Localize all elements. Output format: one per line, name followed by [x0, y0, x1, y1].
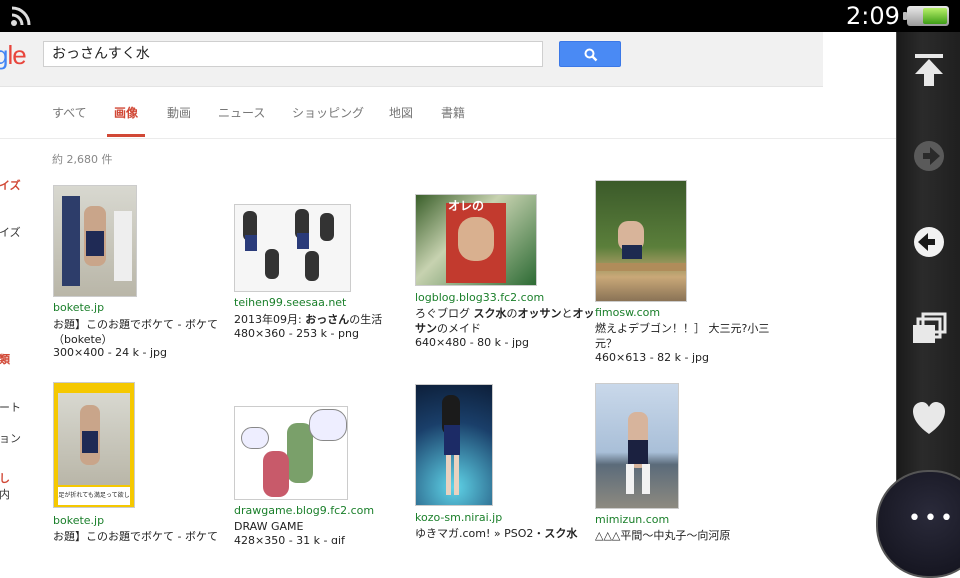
result-source[interactable]: logblog.blog33.fc2.com: [415, 291, 544, 304]
title-highlight: スク水: [473, 307, 507, 320]
result-title[interactable]: △△△平間～中丸子～向河原: [595, 528, 775, 543]
result-source[interactable]: bokete.jp: [53, 301, 104, 314]
result-thumbnail[interactable]: [234, 406, 348, 500]
title-highlight: おっさん: [305, 313, 350, 326]
back-icon[interactable]: [905, 218, 953, 266]
result-thumbnail[interactable]: オレの: [415, 194, 537, 286]
status-bar: 2:09: [0, 0, 960, 32]
divider: [0, 138, 896, 139]
result-title[interactable]: お題】このお題でボケて - ボケて（bokete）: [53, 317, 233, 347]
result-thumbnail[interactable]: [595, 180, 687, 302]
more-icon: •••: [908, 506, 956, 531]
sidebar-fragment[interactable]: し: [0, 470, 10, 486]
result-thumbnail[interactable]: [595, 383, 679, 509]
result-title[interactable]: ろぐブログ スク水のオッサンとオッサンのメイド: [415, 306, 600, 336]
tab-maps[interactable]: 地図: [389, 104, 413, 121]
logo-part-2: le: [7, 40, 26, 70]
tab-shopping[interactable]: ショッピング: [292, 104, 364, 121]
title-text: の: [506, 307, 518, 320]
tab-all[interactable]: すべて: [52, 104, 87, 121]
sidebar-fragment[interactable]: ョン: [0, 430, 21, 446]
tabs-icon[interactable]: [905, 306, 953, 354]
google-logo[interactable]: gle: [0, 40, 27, 71]
tab-images[interactable]: 画像: [114, 104, 138, 121]
search-button[interactable]: [559, 41, 621, 67]
search-header: gle おっさんすく水: [0, 32, 823, 87]
title-text: の生活: [349, 313, 383, 326]
result-source[interactable]: teihen99.seesaa.net: [234, 296, 346, 309]
forward-icon[interactable]: [905, 132, 953, 180]
sidebar-fragment[interactable]: 類: [0, 351, 10, 367]
result-title[interactable]: お題】このお題でボケて - ボケて: [53, 529, 233, 544]
sidebar-fragment[interactable]: イズ: [0, 177, 21, 193]
result-title[interactable]: ゆきマガ.com! » PSO2・スク水: [415, 526, 605, 541]
result-source[interactable]: drawgame.blog9.fc2.com: [234, 504, 374, 517]
title-text: 2013年09月:: [234, 313, 306, 326]
title-text: と: [561, 307, 573, 320]
clock: 2:09: [846, 2, 900, 30]
result-meta: 460×613 - 82 k - jpg: [595, 351, 710, 364]
wifi-icon: [11, 6, 31, 26]
result-meta: 300×400 - 24 k - jpg: [53, 346, 168, 359]
result-thumbnail[interactable]: [234, 204, 351, 292]
result-title[interactable]: DRAW GAME: [234, 519, 414, 534]
title-highlight: スク水: [544, 527, 578, 540]
result-source[interactable]: mimizun.com: [595, 513, 669, 526]
result-source[interactable]: fimosw.com: [595, 306, 660, 319]
sidebar-fragment[interactable]: 内: [0, 486, 10, 502]
result-thumbnail[interactable]: [415, 384, 493, 506]
tab-videos[interactable]: 動画: [167, 104, 191, 121]
result-count: 約 2,680 件: [52, 153, 113, 166]
more-options-button[interactable]: •••: [876, 470, 960, 578]
result-meta: 480×360 - 253 k - png: [234, 327, 359, 340]
sidebar-fragment[interactable]: ート: [0, 399, 21, 415]
tab-books[interactable]: 書籍: [441, 104, 465, 121]
thumbnail-caption: 足が折れても満足って欲しい: [58, 487, 130, 505]
result-thumbnail[interactable]: 足が折れても満足って欲しい: [53, 382, 135, 508]
result-thumbnail[interactable]: [53, 185, 137, 297]
sidebar-fragment[interactable]: イズ: [0, 224, 21, 240]
result-meta: 428×350 - 31 k - gif: [234, 534, 345, 544]
active-tab-indicator: [107, 134, 145, 137]
title-text: のメイド: [437, 322, 481, 335]
result-meta: 640×480 - 80 k - jpg: [415, 336, 530, 349]
search-icon: [584, 48, 598, 62]
title-text: ろぐブログ: [415, 307, 474, 320]
result-source[interactable]: bokete.jp: [53, 514, 104, 527]
title-text: ゆきマガ.com! » PSO2・: [415, 527, 545, 540]
title-highlight: オッサン: [517, 307, 562, 320]
tab-news[interactable]: ニュース: [218, 104, 265, 121]
web-page: gle おっさんすく水 すべて 画像 動画 ニュース ショッピング 地図 書籍 …: [0, 32, 896, 544]
scroll-top-icon[interactable]: [905, 46, 953, 94]
result-title[interactable]: 燃えよデブゴン！！］ 大三元?小三元？: [595, 321, 775, 351]
result-title[interactable]: 2013年09月: おっさんの生活: [234, 312, 414, 327]
search-tabs: すべて 画像 動画 ニュース ショッピング 地図 書籍: [0, 98, 896, 138]
search-input[interactable]: おっさんすく水: [43, 41, 543, 67]
browser-side-panel: [896, 32, 960, 544]
battery-icon: [903, 6, 949, 26]
result-source[interactable]: kozo-sm.nirai.jp: [415, 511, 502, 524]
thumbnail-caption: オレの: [448, 199, 485, 213]
favorite-icon[interactable]: [905, 394, 953, 442]
